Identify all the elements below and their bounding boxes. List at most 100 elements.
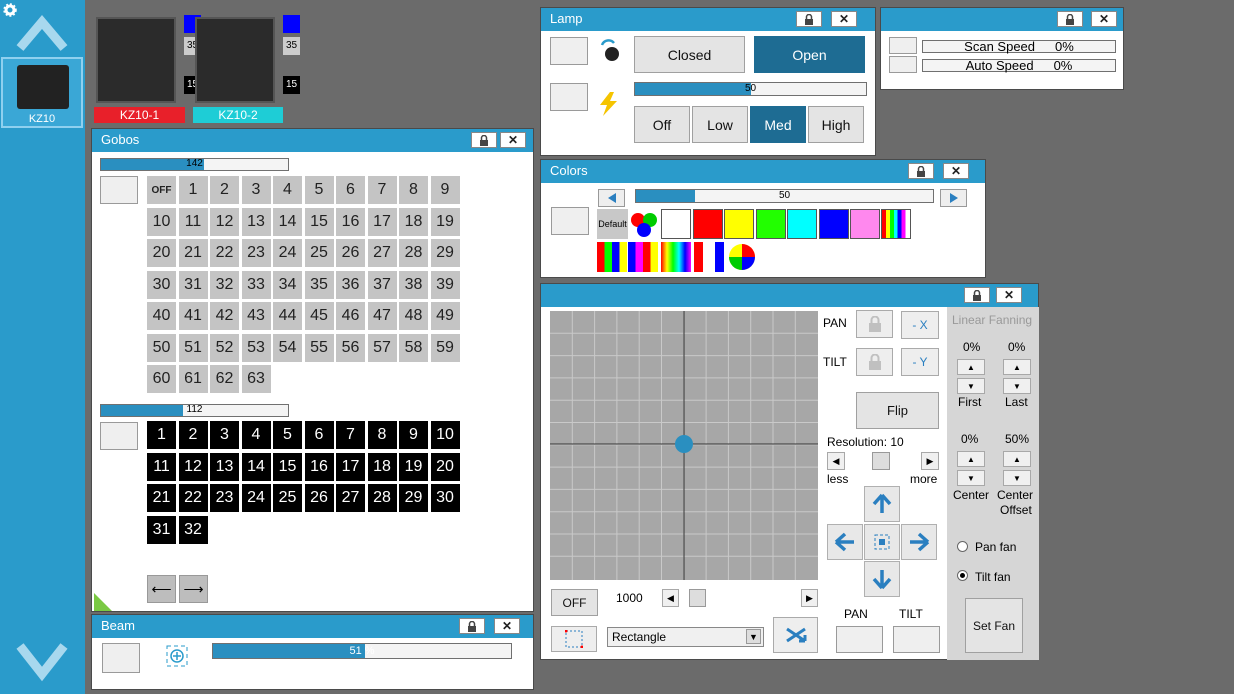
- gobo-button[interactable]: 10: [147, 207, 176, 236]
- center-down-button[interactable]: ▼: [957, 470, 985, 486]
- gobo-button[interactable]: 56: [336, 333, 365, 362]
- shutter-toggle[interactable]: [550, 37, 588, 65]
- gobo-button[interactable]: 32: [210, 270, 239, 299]
- gobo-button[interactable]: 42: [210, 302, 239, 330]
- gobo-button[interactable]: 38: [399, 270, 428, 299]
- fixture-kz10-2[interactable]: 35 15: [193, 15, 300, 107]
- gobo-button[interactable]: 49: [430, 302, 460, 330]
- gobo-button[interactable]: 6: [304, 421, 334, 449]
- gobo-button[interactable]: 1: [178, 176, 208, 204]
- gobo-button[interactable]: 14: [273, 207, 302, 236]
- gobo-button[interactable]: 22: [210, 239, 239, 267]
- gobo-button[interactable]: 34: [273, 270, 302, 299]
- gobo-button[interactable]: 2: [178, 421, 208, 449]
- color-swatch[interactable]: [787, 209, 817, 239]
- fixture-thumb[interactable]: KZ10: [1, 57, 83, 128]
- set-fan-button[interactable]: Set Fan: [965, 598, 1023, 653]
- gobo-button[interactable]: 54: [273, 333, 302, 362]
- lock-button[interactable]: [471, 132, 497, 148]
- close-button[interactable]: ✕: [831, 11, 857, 27]
- gobo-button[interactable]: 23: [210, 484, 239, 512]
- gobo-button[interactable]: 51: [178, 333, 208, 362]
- move-up-button[interactable]: [864, 486, 900, 522]
- gobo-button[interactable]: 14: [241, 452, 271, 481]
- gobo-button[interactable]: 8: [367, 421, 397, 449]
- auto-speed-slider[interactable]: Auto Speed 0%: [922, 58, 1116, 73]
- gobo-button[interactable]: 53: [241, 333, 271, 362]
- gobo-button[interactable]: 13: [210, 452, 239, 481]
- lock-button[interactable]: [1057, 11, 1083, 27]
- gobo-button[interactable]: 17: [336, 452, 365, 481]
- negate-y-button[interactable]: - Y: [901, 348, 939, 376]
- gobo-button[interactable]: 27: [367, 239, 397, 267]
- close-button[interactable]: ✕: [500, 132, 526, 148]
- gobo-button[interactable]: 7: [336, 421, 365, 449]
- color-toggle[interactable]: [551, 207, 589, 235]
- gobo-button[interactable]: 55: [304, 333, 334, 362]
- color-next-button[interactable]: [940, 189, 967, 207]
- gobo-button[interactable]: 29: [399, 484, 428, 512]
- gobo-button[interactable]: 43: [241, 302, 271, 330]
- gobo-button[interactable]: 28: [399, 239, 428, 267]
- gobo-button[interactable]: 36: [336, 270, 365, 299]
- shape-select[interactable]: Rectangle ▼: [607, 627, 764, 647]
- closed-button[interactable]: Closed: [634, 36, 745, 73]
- off-button[interactable]: Off: [634, 106, 690, 143]
- color-pattern-2[interactable]: [628, 242, 658, 272]
- gobo-button[interactable]: 29: [430, 239, 460, 267]
- color-prev-button[interactable]: [598, 189, 625, 207]
- gobo-button[interactable]: 35: [304, 270, 334, 299]
- gobo-button[interactable]: 19: [430, 207, 460, 236]
- size-decrease-button[interactable]: ◀: [662, 589, 679, 607]
- color-swatch[interactable]: [661, 209, 691, 239]
- gobo-button[interactable]: 16: [304, 452, 334, 481]
- pan-lock-button[interactable]: [856, 310, 893, 338]
- tilt-lock-button[interactable]: [856, 348, 893, 376]
- auto-speed-toggle[interactable]: [889, 56, 917, 73]
- lock-button[interactable]: [908, 163, 934, 179]
- shape-mode-button[interactable]: [551, 626, 597, 652]
- gobo-button[interactable]: 3: [210, 421, 239, 449]
- gobo-button[interactable]: 27: [336, 484, 365, 512]
- gobo-button[interactable]: 31: [178, 270, 208, 299]
- gobo-button[interactable]: 9: [430, 176, 460, 204]
- gobo-button[interactable]: 26: [304, 484, 334, 512]
- gobo-button[interactable]: 16: [336, 207, 365, 236]
- color-chase-cycle[interactable]: [694, 242, 724, 272]
- move-right-button[interactable]: [901, 524, 937, 560]
- gobo-button[interactable]: 31: [147, 515, 176, 544]
- color-swatch[interactable]: [755, 209, 786, 239]
- gobo-button[interactable]: 8: [399, 176, 428, 204]
- gobo-button[interactable]: 33: [241, 270, 271, 299]
- gobo-button[interactable]: 4: [273, 176, 302, 204]
- resolution-more-button[interactable]: ▶: [921, 452, 939, 470]
- first-up-button[interactable]: ▲: [957, 359, 985, 375]
- pan-tilt-grid[interactable]: [550, 311, 818, 580]
- dimmer-toggle[interactable]: [550, 83, 588, 111]
- beam-slider[interactable]: 51 %: [212, 643, 512, 659]
- gobo-button[interactable]: 23: [241, 239, 271, 267]
- rotate-right-button[interactable]: ⟶: [179, 575, 208, 603]
- gobo-button[interactable]: 10: [430, 421, 460, 449]
- high-button[interactable]: High: [808, 106, 864, 143]
- gobo-button[interactable]: 30: [430, 484, 460, 512]
- gobo-button[interactable]: 48: [399, 302, 428, 330]
- gobo-button[interactable]: 63: [241, 365, 271, 393]
- color-wheel-icon[interactable]: [727, 242, 757, 272]
- gobo-button[interactable]: 17: [367, 207, 397, 236]
- default-color-button[interactable]: Default: [597, 209, 628, 239]
- tilt-value-box[interactable]: [893, 626, 940, 653]
- gobo-button[interactable]: 50: [147, 333, 176, 362]
- move-down-button[interactable]: [864, 561, 900, 597]
- beam-toggle[interactable]: [102, 643, 140, 673]
- color-slider[interactable]: 50: [635, 189, 934, 203]
- tilt-fan-radio[interactable]: [957, 570, 968, 581]
- scroll-down-icon[interactable]: [16, 640, 68, 686]
- gobo-button[interactable]: 32: [178, 515, 208, 544]
- color-chase-forward[interactable]: [661, 242, 691, 272]
- flip-button[interactable]: Flip: [856, 392, 939, 429]
- gobo-button[interactable]: 20: [147, 239, 176, 267]
- gobo-button[interactable]: 45: [304, 302, 334, 330]
- gobo-button[interactable]: 9: [399, 421, 428, 449]
- rainbow-swatch[interactable]: [881, 209, 911, 239]
